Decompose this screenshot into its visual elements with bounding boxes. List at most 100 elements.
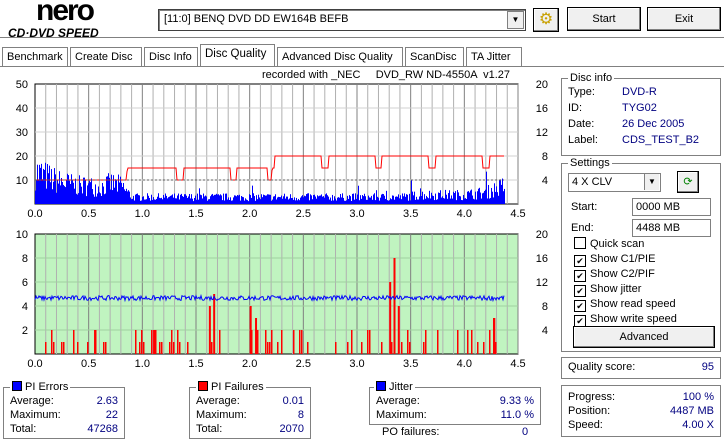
- checkbox-box[interactable]: ✔: [574, 270, 586, 282]
- pi-error-bar: [247, 200, 248, 204]
- pi-error-bar: [270, 194, 271, 204]
- pi-error-bar: [326, 193, 327, 204]
- tab-disc-info[interactable]: Disc Info: [144, 47, 198, 66]
- pi-failure-bar: [265, 330, 267, 354]
- pi-error-bar: [302, 195, 303, 204]
- pi-error-bar: [130, 197, 131, 204]
- pi-error-bar: [146, 199, 147, 204]
- pi-error-bar: [309, 200, 310, 204]
- pi-error-bar: [55, 174, 56, 204]
- jitter-title: Jitter: [374, 380, 415, 394]
- checkbox-box[interactable]: ✔: [574, 255, 586, 267]
- checkbox-show-c1-pie[interactable]: ✔ Show C1/PIE: [574, 252, 655, 267]
- start-button[interactable]: Start: [567, 7, 641, 31]
- pi-failure-bar: [367, 330, 369, 354]
- pi-error-bar: [185, 194, 186, 204]
- pi-error-bar: [336, 200, 337, 204]
- pi-error-bar: [211, 194, 212, 204]
- advanced-button[interactable]: Advanced: [573, 326, 715, 348]
- pi-failure-peak: [493, 318, 496, 354]
- pi-error-bar: [320, 195, 321, 204]
- pi-error-bar: [396, 196, 397, 204]
- pi-error-bar: [258, 194, 259, 204]
- pi-error-bar: [463, 194, 464, 204]
- pi-failures-title-text: PI Failures: [211, 381, 264, 393]
- pi-error-bar: [124, 189, 125, 204]
- pi-error-bar: [502, 178, 503, 204]
- y2-tick-label: 8: [542, 151, 548, 163]
- pi-error-bar: [189, 194, 190, 204]
- checkbox-show-write-speed[interactable]: ✔ Show write speed: [574, 312, 677, 327]
- tab-disc-quality[interactable]: Disc Quality: [200, 44, 275, 67]
- speed-select[interactable]: 4 X CLV ▼: [568, 173, 661, 192]
- x-tick-label: 0.5: [81, 358, 96, 370]
- pi-error-bar: [42, 179, 43, 204]
- tab-scandisc[interactable]: ScanDisc: [405, 47, 464, 66]
- pi-error-bar: [378, 197, 379, 204]
- pi-error-bar: [63, 184, 64, 204]
- checkbox-show-jitter[interactable]: ✔ Show jitter: [574, 282, 641, 297]
- pi-error-bar: [235, 195, 236, 204]
- pi-error-bar: [161, 197, 162, 204]
- checkbox-box[interactable]: ✔: [574, 285, 586, 297]
- pi-error-bar: [489, 198, 490, 204]
- pi-error-bar: [39, 164, 40, 204]
- checkbox-quick-scan[interactable]: Quick scan: [574, 237, 644, 251]
- y-tick-label: 6: [22, 277, 28, 289]
- pi-error-bar: [38, 179, 39, 204]
- tab-create-disc[interactable]: Create Disc: [70, 47, 142, 66]
- pi-error-bar: [233, 197, 234, 204]
- refresh-drive-button[interactable]: ⚙: [533, 8, 559, 32]
- pi-failure-bar: [169, 342, 171, 354]
- refresh-speed-button[interactable]: ⟳: [677, 171, 699, 193]
- pi-error-bar: [351, 201, 352, 204]
- status-box: Progress: 100 % Position: 4487 MB Speed: 4.…: [561, 385, 721, 437]
- checkbox-box[interactable]: ✔: [574, 300, 586, 312]
- pi-error-bar: [112, 190, 113, 204]
- pi-error-bar: [501, 184, 502, 204]
- pi-error-bar: [454, 192, 455, 204]
- pi-error-bar: [332, 194, 333, 204]
- pi-error-bar: [496, 186, 497, 204]
- start-label: Start:: [571, 201, 598, 213]
- pi-failure-bar: [301, 330, 303, 354]
- tab-ta-jitter[interactable]: TA Jitter: [466, 47, 522, 66]
- pi-error-bar: [394, 199, 395, 204]
- pi-error-bar: [158, 193, 159, 204]
- pi-error-bar: [248, 201, 249, 204]
- pi-error-bar: [321, 194, 322, 204]
- pi-error-bar: [103, 186, 104, 204]
- tab-advanced-disc-quality[interactable]: Advanced Disc Quality: [277, 47, 403, 66]
- pi-error-bar: [429, 190, 430, 204]
- pi-error-bar: [48, 173, 49, 204]
- pi-error-bar: [62, 182, 63, 204]
- tab-benchmark[interactable]: Benchmark: [2, 47, 68, 66]
- exit-button[interactable]: Exit: [647, 7, 721, 31]
- pi-error-bar: [85, 180, 86, 204]
- pi-error-bar: [360, 195, 361, 204]
- start-input[interactable]: 0000 MB: [632, 198, 711, 216]
- checkbox-box[interactable]: [574, 237, 586, 249]
- checkbox-show-read-speed[interactable]: ✔ Show read speed: [574, 297, 676, 312]
- pi-error-bar: [68, 175, 69, 204]
- checkbox-show-c2-pif[interactable]: ✔ Show C2/PIF: [574, 267, 655, 282]
- chevron-down-icon[interactable]: ▼: [644, 174, 659, 190]
- chevron-down-icon[interactable]: ▼: [507, 11, 524, 29]
- drive-select[interactable]: [11:0] BENQ DVD DD EW164B BEFB ▼: [158, 9, 526, 31]
- pi-failures-max: 8: [297, 409, 304, 421]
- pi-error-bar: [354, 199, 355, 204]
- pi-error-bar: [444, 198, 445, 204]
- pi-failure-bar: [471, 330, 473, 354]
- pi-error-bar: [300, 197, 301, 204]
- pi-error-bar: [221, 195, 222, 204]
- pi-failures-chart: 10 8 6 4 2 20 16 12 8 4 0.0 0.5 1.0 1.5 2.0 2.5 3.0 3.5 4.…: [16, 229, 548, 370]
- quality-score-label: Quality score:: [568, 361, 636, 373]
- pi-error-bar: [459, 195, 460, 204]
- end-input[interactable]: 4488 MB: [632, 219, 711, 237]
- pi-error-bar: [94, 196, 95, 204]
- pi-error-bar: [89, 180, 90, 204]
- pi-error-bar: [471, 189, 472, 204]
- pi-error-bar: [164, 197, 165, 204]
- pi-failure-bar: [277, 342, 279, 354]
- pi-error-bar: [281, 195, 282, 204]
